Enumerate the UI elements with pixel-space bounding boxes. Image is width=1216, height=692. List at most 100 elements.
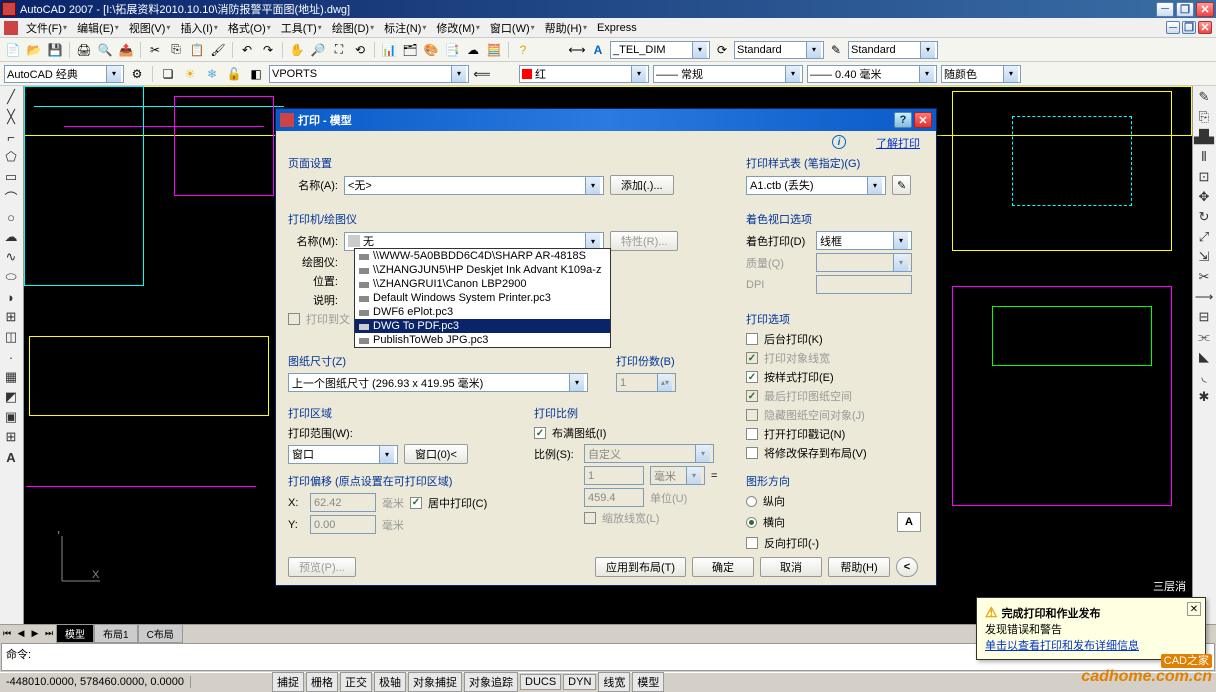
explode-icon[interactable]: ✱ (1195, 388, 1213, 406)
ellipse-icon[interactable]: ⬭ (2, 268, 20, 286)
tab-first-icon[interactable]: ⏮ (0, 627, 14, 641)
status-snap[interactable]: 捕捉 (272, 672, 304, 692)
dialog-help-icon[interactable]: ? (894, 112, 912, 128)
dc-icon[interactable]: 🗂 (401, 41, 419, 59)
status-osnap[interactable]: 对象捕捉 (408, 672, 462, 692)
dialog-title-bar[interactable]: 打印 - 模型 ? ✕ (276, 109, 936, 131)
table-icon[interactable]: ⊞ (2, 428, 20, 446)
plot-area-combo[interactable]: 窗口▾ (288, 445, 398, 464)
revcloud-icon[interactable]: ☁ (2, 228, 20, 246)
fit-paper-checkbox[interactable] (534, 427, 546, 439)
pline-icon[interactable]: ⌐ (2, 128, 20, 146)
line-icon[interactable]: ╱ (2, 88, 20, 106)
layer-mgr-icon[interactable]: ❏ (159, 65, 177, 83)
notif-close-button[interactable]: ✕ (1187, 602, 1201, 616)
window-button[interactable]: 窗口(0)< (404, 444, 468, 464)
copy-icon[interactable]: ⎘ (167, 41, 185, 59)
status-model[interactable]: 模型 (632, 672, 664, 692)
linetype-combo[interactable]: —— 常规▾ (653, 65, 803, 83)
doc-restore-button[interactable]: ❐ (1182, 21, 1196, 34)
plotstyle-combo[interactable]: 随颜色▾ (941, 65, 1021, 83)
menu-help[interactable]: 帮助(H)▾ (541, 18, 591, 38)
menu-format[interactable]: 格式(O)▾ (224, 18, 275, 38)
tab-prev-icon[interactable]: ◀ (14, 627, 28, 641)
chamfer-icon[interactable]: ◣ (1195, 348, 1213, 366)
menu-tools[interactable]: 工具(T)▾ (277, 18, 326, 38)
menu-edit[interactable]: 编辑(E)▾ (73, 18, 123, 38)
status-polar[interactable]: 极轴 (374, 672, 406, 692)
shade-combo[interactable]: 线框▾ (816, 231, 912, 250)
paper-size-combo[interactable]: 上一个图纸尺寸 (296.93 x 419.95 毫米)▾ (288, 373, 588, 392)
scale-icon[interactable]: ⤢ (1195, 228, 1213, 246)
maximize-button[interactable]: ❐ (1176, 2, 1194, 17)
menu-dim[interactable]: 标注(N)▾ (380, 18, 430, 38)
info-icon[interactable]: i (832, 135, 846, 149)
zoom-win-icon[interactable]: ⛶ (330, 41, 348, 59)
extend-icon[interactable]: ⟶ (1195, 288, 1213, 306)
dimline-icon[interactable]: ⟷ (568, 41, 586, 59)
tab-layout2[interactable]: C布局 (138, 624, 183, 643)
tab-model[interactable]: 模型 (56, 624, 94, 643)
stretch-icon[interactable]: ⇲ (1195, 248, 1213, 266)
layer-lock-icon[interactable]: 🔓 (225, 65, 243, 83)
menu-express[interactable]: Express (593, 20, 641, 36)
rotate-icon[interactable]: ↻ (1195, 208, 1213, 226)
text-icon[interactable]: A (589, 41, 607, 59)
move-icon[interactable]: ✥ (1195, 188, 1213, 206)
preview-icon[interactable]: 🔍 (96, 41, 114, 59)
landscape-radio[interactable] (746, 517, 757, 528)
opt-save-checkbox[interactable] (746, 447, 758, 459)
hatch-icon[interactable]: ▦ (2, 368, 20, 386)
spline-icon[interactable]: ∿ (2, 248, 20, 266)
edit-style-button[interactable]: ✎ (892, 175, 911, 195)
menu-view[interactable]: 视图(V)▾ (125, 18, 175, 38)
mtext-icon[interactable]: A (2, 448, 20, 466)
save-icon[interactable]: 💾 (46, 41, 64, 59)
rect-icon[interactable]: ▭ (2, 168, 20, 186)
layer-color-icon[interactable]: ◧ (247, 65, 265, 83)
lineweight-combo[interactable]: —— 0.40 毫米▾ (807, 65, 937, 83)
ssm-icon[interactable]: 📑 (443, 41, 461, 59)
printer-option[interactable]: DWF6 ePlot.pc3 (355, 305, 610, 319)
upside-checkbox[interactable] (746, 537, 758, 549)
tablestyle-combo[interactable]: Standard▾ (848, 41, 938, 59)
layer-state-icon[interactable]: ☀ (181, 65, 199, 83)
tab-layout1[interactable]: 布局1 (94, 624, 138, 643)
undo-icon[interactable]: ↶ (238, 41, 256, 59)
menu-file[interactable]: 文件(F)▾ (22, 18, 71, 38)
block-icon[interactable]: ◫ (2, 328, 20, 346)
printer-dropdown-list[interactable]: \\WWW-5A0BBDD6C4D\SHARP AR-4818S \\ZHANG… (354, 248, 611, 348)
point-icon[interactable]: · (2, 348, 20, 366)
workspace-combo[interactable]: AutoCAD 经典▾ (4, 65, 124, 83)
learn-plot-link[interactable]: 了解打印 (876, 135, 920, 151)
status-grid[interactable]: 栅格 (306, 672, 338, 692)
dim-update-icon[interactable]: ⟳ (713, 41, 731, 59)
printer-option[interactable]: \\WWW-5A0BBDD6C4D\SHARP AR-4818S (355, 249, 610, 263)
tab-next-icon[interactable]: ▶ (28, 627, 42, 641)
print-icon[interactable]: 🖨 (75, 41, 93, 59)
apply-button[interactable]: 应用到布局(T) (595, 557, 686, 577)
properties-icon[interactable]: 📊 (380, 41, 398, 59)
status-otrack[interactable]: 对象追踪 (464, 672, 518, 692)
menu-modify[interactable]: 修改(M)▾ (432, 18, 484, 38)
page-setup-combo[interactable]: <无>▾ (344, 176, 604, 195)
printer-option[interactable]: \\ZHANGRUI1\Canon LBP2900 (355, 277, 610, 291)
close-button[interactable]: ✕ (1196, 2, 1214, 17)
notif-link[interactable]: 单击以查看打印和发布详细信息 (985, 640, 1139, 652)
color-combo[interactable]: 红▾ (519, 65, 649, 83)
array-icon[interactable]: ⊡ (1195, 168, 1213, 186)
tab-last-icon[interactable]: ⏭ (42, 627, 56, 641)
menu-draw[interactable]: 绘图(D)▾ (328, 18, 378, 38)
ok-button[interactable]: 确定 (692, 557, 754, 577)
status-ducs[interactable]: DUCS (520, 674, 561, 690)
doc-close-button[interactable]: ✕ (1198, 21, 1212, 34)
new-icon[interactable]: 📄 (4, 41, 22, 59)
cut-icon[interactable]: ✂ (146, 41, 164, 59)
break-icon[interactable]: ⊟ (1195, 308, 1213, 326)
region-icon[interactable]: ▣ (2, 408, 20, 426)
menu-insert[interactable]: 插入(I)▾ (176, 18, 221, 38)
status-ortho[interactable]: 正交 (340, 672, 372, 692)
xline-icon[interactable]: ╳ (2, 108, 20, 126)
layer-freeze-icon[interactable]: ❄ (203, 65, 221, 83)
dimstyle-combo[interactable]: _TEL_DIM▾ (610, 41, 710, 59)
